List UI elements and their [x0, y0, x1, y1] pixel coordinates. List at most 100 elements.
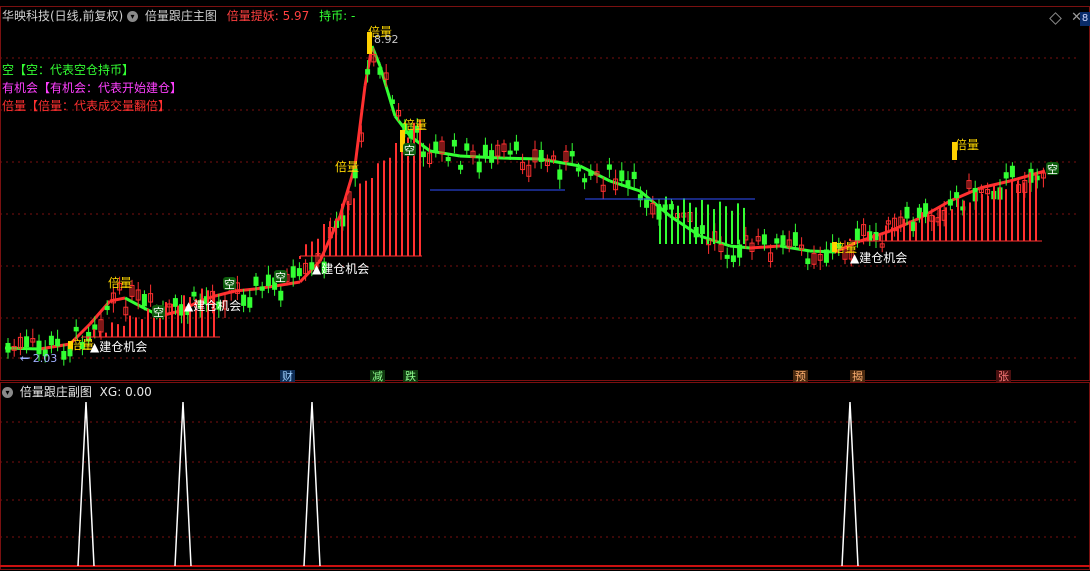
- xg-value: 0.00: [125, 385, 152, 399]
- sub-indicator-menu-button[interactable]: ▾: [2, 387, 13, 398]
- param2-label: 持币:: [319, 9, 348, 23]
- candle-body: [792, 232, 798, 246]
- right-badge: 8: [1080, 12, 1090, 26]
- candle-body: [389, 99, 395, 104]
- main-chart-canvas[interactable]: 倍量倍量倍量倍量倍量倍量倍量▲建仓机会▲建仓机会▲建仓机会▲建仓机会空空空空空8…: [0, 6, 1090, 381]
- candle-body: [606, 164, 612, 170]
- candle-body: [774, 238, 780, 244]
- candle-body: [61, 351, 67, 360]
- candle-body: [947, 199, 953, 206]
- xg-label: XG:: [99, 385, 122, 399]
- main-title-bar: 华映科技(日线,前复权) ▾ 倍量跟庄主图 倍量提妖: 5.97 持币: -: [2, 8, 355, 24]
- trend-line-segment: [234, 287, 256, 293]
- double-volume-label: 倍量: [108, 275, 132, 290]
- candle-body: [780, 235, 786, 246]
- candle-body: [823, 249, 829, 263]
- candle-body: [48, 335, 54, 346]
- candle-body: [916, 207, 922, 218]
- candle-body: [247, 297, 253, 308]
- sub-chart-canvas[interactable]: [0, 382, 1090, 571]
- candle-body: [259, 286, 265, 291]
- param1-value: 5.97: [282, 9, 310, 23]
- candle-body: [513, 141, 519, 151]
- xg-spike-2: [174, 401, 192, 567]
- candle-body: [507, 150, 513, 155]
- candle-body: [92, 324, 98, 330]
- candle-body: [377, 67, 383, 75]
- candle-body: [805, 258, 811, 265]
- trend-line-segment: [109, 296, 126, 303]
- candle-body: [1003, 172, 1009, 179]
- candle-body: [631, 171, 637, 180]
- candle-body: [619, 170, 625, 182]
- candle-body: [1009, 165, 1015, 178]
- double-volume-label: 倍量: [335, 159, 359, 174]
- legend-opportunity: 有机会【有机会：代表开始建仓】: [2, 81, 183, 95]
- candle-body: [476, 161, 482, 173]
- candle-body: [489, 150, 495, 163]
- candle-body: [724, 254, 730, 259]
- empty-label: 空: [224, 277, 235, 291]
- trend-line-segment: [353, 85, 367, 167]
- candle-body: [557, 169, 563, 180]
- candle-body: [569, 151, 575, 157]
- stock-name: 华映科技(日线,前复权): [2, 9, 124, 23]
- candle-body: [904, 206, 910, 219]
- candle-body: [73, 326, 79, 332]
- candle-body: [278, 290, 284, 301]
- candle-body: [954, 192, 960, 199]
- low-price-label: ← 2.03: [20, 352, 57, 365]
- indicator-menu-button[interactable]: ▾: [127, 11, 139, 22]
- candle-body: [290, 266, 296, 278]
- sub-chart-panel[interactable]: ▾ 倍量跟庄副图 XG: 0.00: [0, 382, 1090, 571]
- candle-body: [296, 268, 302, 277]
- high-price-label: 8.92: [374, 33, 399, 46]
- trend-line-segment: [39, 342, 71, 351]
- candle-body: [24, 336, 30, 348]
- double-volume-label: 倍量: [403, 117, 427, 132]
- build-opportunity-label: ▲建仓机会: [850, 251, 907, 265]
- empty-label: 空: [275, 270, 286, 284]
- empty-label: 空: [1047, 162, 1058, 176]
- candle-body: [104, 305, 110, 311]
- legend-double-volume: 倍量【倍量：代表成交量翻倍】: [2, 99, 171, 113]
- candle-body: [141, 294, 147, 307]
- sub-frame: [0, 382, 1090, 570]
- xg-spike-3: [303, 401, 321, 567]
- candle-body: [582, 178, 588, 183]
- candle-body: [253, 276, 259, 286]
- candle-body: [241, 294, 247, 306]
- param1-label: 倍量提妖:: [226, 9, 279, 23]
- sub-indicator-name[interactable]: 倍量跟庄副图: [20, 385, 92, 399]
- trend-line-segment: [1009, 169, 1046, 183]
- build-opportunity-label: ▲建仓机会: [184, 299, 241, 313]
- candle-body: [172, 298, 178, 307]
- candle-body: [445, 157, 451, 162]
- candle-body: [464, 143, 470, 151]
- candle-body: [588, 170, 594, 176]
- indicator-name[interactable]: 倍量跟庄主图: [145, 9, 217, 23]
- trend-line-segment: [499, 156, 541, 161]
- empty-label: 空: [404, 143, 415, 157]
- main-chart-panel[interactable]: 倍量 倍量 倍量 倍量 倍量 倍量 倍量 ▲建仓机会 ▲建仓机会 ▲建仓机会 ▲建仓机会空空空空空 8…: [0, 6, 1090, 383]
- main-frame: [0, 6, 1090, 381]
- candle-body: [910, 221, 916, 232]
- double-volume-label: 倍量: [955, 137, 979, 152]
- trend-line-segment: [254, 284, 276, 291]
- candle-body: [737, 244, 743, 258]
- empty-label: 空: [153, 305, 164, 319]
- candle-body: [854, 228, 860, 241]
- candle-body: [420, 151, 426, 158]
- candle-body: [5, 342, 11, 353]
- candle-body: [644, 198, 650, 208]
- candle-body: [730, 255, 736, 263]
- candle-body: [482, 144, 488, 157]
- sub-title-bar: ▾ 倍量跟庄副图 XG: 0.00: [2, 384, 152, 400]
- xg-spike-1: [77, 401, 95, 567]
- build-opportunity-label: ▲建仓机会: [90, 340, 147, 354]
- candle-body: [625, 180, 631, 187]
- candle-body: [761, 234, 767, 245]
- build-opportunity-label: ▲建仓机会: [312, 262, 369, 276]
- candle-body: [265, 274, 271, 287]
- candle-body: [458, 164, 464, 170]
